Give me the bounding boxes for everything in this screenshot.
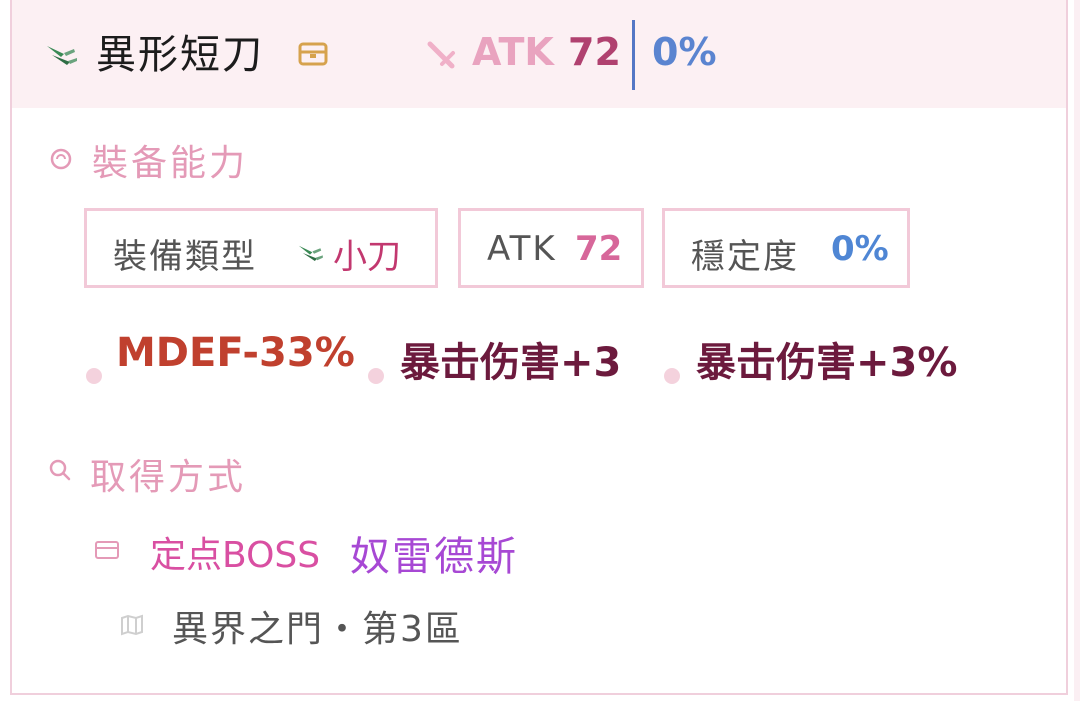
chip-atk: ATK 72 [458,208,644,288]
chip-stability: 穩定度 0% [662,208,910,288]
map-icon [121,614,143,636]
effect-crit-damage: 暴击伤害+3 [400,340,622,386]
effect-crit-damage-percent: 暴击伤害+3% [696,340,958,386]
effect-bullet [86,368,102,384]
dagger-icon [298,245,323,261]
page-edge [1074,0,1080,701]
acquire-location: 異界之門・第3區 [172,609,463,650]
chip-equip-type: 裝備類型 小刀 [84,208,438,288]
effect-mdef: MDEF-33% [116,330,355,376]
chip-equip-type-value: 小刀 [333,237,401,277]
chip-stability-value: 0% [831,229,889,269]
equip-section-title: 裝备能力 [92,143,249,184]
header-atk-label: ATK [472,30,554,74]
ring-icon [50,148,72,170]
chip-stability-label: 穩定度 [691,237,799,277]
search-icon [49,459,71,481]
item-header: 異形短刀 ATK 72 0% [12,0,1066,108]
acquire-section-title: 取得方式 [90,457,247,498]
effect-bullet [368,368,384,384]
chip-equip-type-label: 裝備類型 [113,237,257,277]
header-atk-value: 72 [568,30,621,74]
header-stability-value: 0% [652,30,717,74]
header-divider [632,20,635,90]
envelope-icon [95,541,119,559]
boss-name-link[interactable]: 奴雷德斯 [350,524,518,582]
item-name: 異形短刀 [96,32,264,78]
effect-bullet [664,368,680,384]
treasure-box-icon [298,42,328,66]
chip-atk-label: ATK [487,229,557,269]
sword-icon [427,41,455,69]
acquire-entry-label: 定点BOSS [150,535,321,576]
chip-atk-value: 72 [575,229,623,269]
dagger-icon [47,46,77,65]
item-card: 異形短刀 ATK 72 0% 裝备能力 裝備類型 小刀 ATK 72 穩定度 0… [10,0,1068,695]
